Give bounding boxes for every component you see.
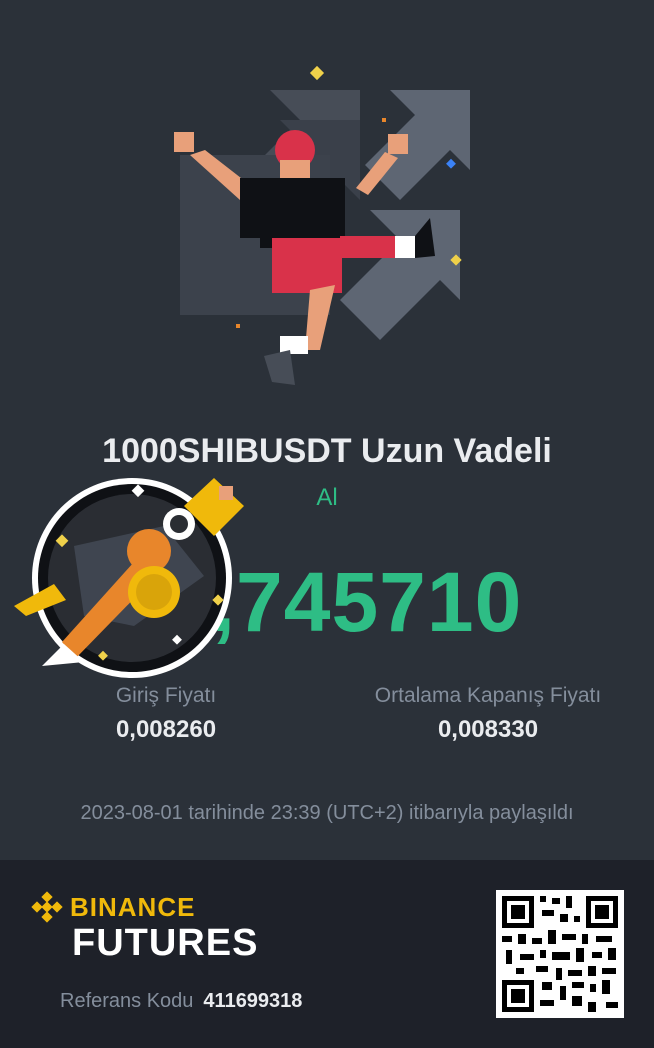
close-price-label: Ortalama Kapanış Fiyatı (374, 684, 602, 707)
share-card: 1000SHIBUSDT Uzun Vadeli Al ,745710 Giri… (0, 0, 654, 1048)
entry-price-block: Giriş Fiyatı 0,008260 (66, 684, 266, 744)
rocket-badge-icon (14, 478, 244, 678)
card-top: 1000SHIBUSDT Uzun Vadeli Al ,745710 Giri… (0, 0, 654, 860)
close-price-value: 0,008330 (437, 716, 539, 743)
brand-logo: BINANCE FUTURES (30, 890, 258, 965)
jumping-person-illustration (174, 65, 470, 385)
referral-label: Referans Kodu (60, 990, 194, 1012)
footer: BINANCE FUTURES Referans Kodu 411699318 (0, 860, 654, 1048)
referral-code: Referans Kodu 411699318 (60, 990, 302, 1013)
referral-value: 411699318 (203, 990, 303, 1012)
binance-logo-icon (31, 891, 63, 923)
shared-timestamp: 2023-08-01 tarihinde 23:39 (UTC+2) itiba… (80, 802, 574, 824)
close-price-block: Ortalama Kapanış Fiyatı 0,008330 (356, 684, 620, 744)
entry-price-value: 0,008260 (115, 716, 217, 743)
brand-name: BINANCE (70, 891, 196, 922)
brand-sub: FUTURES (72, 922, 259, 964)
qr-code-icon[interactable] (496, 890, 624, 1018)
entry-price-label: Giriş Fiyatı (115, 684, 217, 707)
